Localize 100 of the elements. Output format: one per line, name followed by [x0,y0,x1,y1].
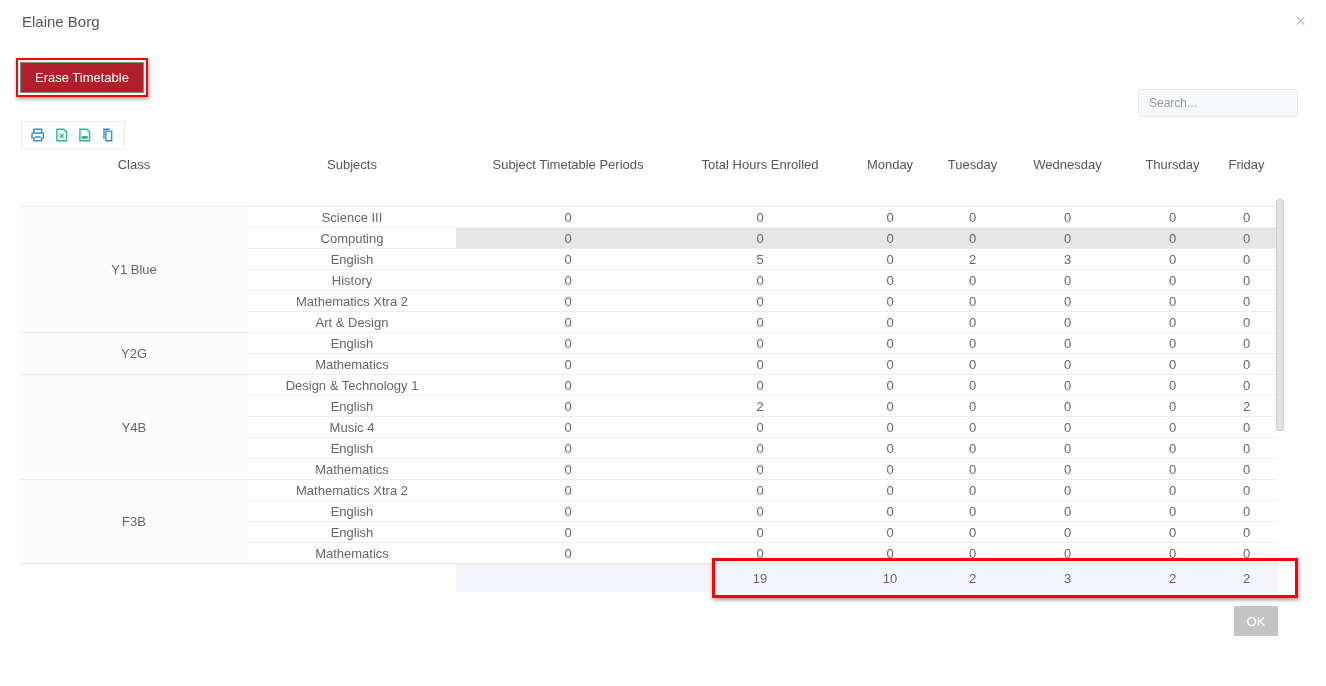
erase-timetable-button[interactable]: Erase Timetable [20,62,144,93]
table-cell: 0 [680,332,840,354]
column-header: Friday [1228,157,1265,172]
table-cell: 0 [840,227,940,249]
table-cell: 0 [1130,227,1215,249]
table-cell: 0 [680,311,840,333]
table-cell: 0 [456,353,680,375]
table-cell: 0 [456,374,680,396]
table-cell: 0 [1130,374,1215,396]
table-cell: Computing [248,227,456,249]
table-cell: 0 [1005,269,1130,291]
table-cell: 0 [680,353,840,375]
table-cell: 0 [680,290,840,312]
close-button[interactable]: × [1295,10,1306,32]
table-cell: Y4B [20,374,248,480]
table-cell: 0 [940,353,1005,375]
table-cell: 0 [1215,437,1278,459]
table-cell: 0 [1130,248,1215,270]
table-cell: 0 [940,437,1005,459]
table-cell: 0 [1005,227,1130,249]
table-cell: 0 [840,416,940,438]
table-cell: Mathematics [248,353,456,375]
table-cell: 0 [456,416,680,438]
table-cell: 0 [1215,227,1278,249]
column-header: Thursday [1145,157,1200,172]
table-cell: 0 [840,353,940,375]
column-header: Tuesday [947,157,998,172]
table-cell: 0 [1130,395,1215,417]
table-cell: 0 [680,479,840,501]
table-cell: 0 [840,269,940,291]
table-cell: 0 [1005,395,1130,417]
table-cell: 0 [940,332,1005,354]
table-cell: 0 [1005,290,1130,312]
column-header: Subjects [327,157,377,172]
table-cell: 0 [840,479,940,501]
total-cell: 2 [1215,563,1278,592]
total-cell: 2 [940,563,1005,592]
table-cell: Y1 Blue [20,206,248,333]
table-cell: 0 [456,227,680,249]
table-cell: 0 [1005,521,1130,543]
table-cell: 0 [456,458,680,480]
table-cell: 0 [940,311,1005,333]
table-cell: Science III [248,206,456,228]
table-cell: History [248,269,456,291]
table-cell: 0 [1005,311,1130,333]
table-cell: F3B [20,479,248,564]
table-cell: English [248,248,456,270]
copy-icon[interactable] [101,128,115,142]
table-cell: Design & Technology 1 [248,374,456,396]
table-cell: 0 [1130,269,1215,291]
table-cell: 0 [1130,479,1215,501]
table-cell: 0 [1130,458,1215,480]
csv-file-icon[interactable] [78,128,92,142]
total-cell: 10 [840,563,940,592]
table-cell: 0 [1130,290,1215,312]
table-cell: 0 [1130,353,1215,375]
search-field[interactable]: Search... [1138,89,1298,117]
column-header: Total Hours Enrolled [701,157,819,172]
spreadsheet-file-icon[interactable] [54,128,68,142]
print-icon[interactable] [31,128,45,142]
table-cell: 0 [456,269,680,291]
table-cell: 0 [1215,458,1278,480]
scrollbar-thumb[interactable] [1276,199,1284,431]
table-cell: 0 [1215,500,1278,522]
table-cell: 0 [680,374,840,396]
table-cell: 3 [1005,248,1130,270]
ok-button[interactable]: OK [1234,606,1278,636]
table-cell: 0 [1005,353,1130,375]
table-cell: 0 [940,227,1005,249]
table-cell: 0 [1130,437,1215,459]
table-cell: 0 [840,458,940,480]
table-cell: 0 [456,311,680,333]
table-cell: 0 [940,521,1005,543]
total-cell: 2 [1130,563,1215,592]
table-cell: 0 [940,500,1005,522]
table-cell: 0 [456,500,680,522]
table-cell: 0 [940,395,1005,417]
table-cell: 0 [1005,479,1130,501]
table-cell: 0 [456,521,680,543]
table-cell: 0 [1130,416,1215,438]
table-cell: 0 [680,269,840,291]
table-cell: 0 [680,458,840,480]
table-cell: 0 [1215,521,1278,543]
column-header: Subject Timetable Periods [492,157,644,172]
table-cell: English [248,500,456,522]
table-cell: 0 [680,227,840,249]
table-cell: 0 [1005,437,1130,459]
table-cell: 0 [840,290,940,312]
table-cell: 0 [940,479,1005,501]
table-cell: 0 [456,395,680,417]
table-cell: Mathematics [248,458,456,480]
column-header: Class [117,157,151,172]
dialog-title: Elaine Borg [22,12,100,30]
table-cell: English [248,395,456,417]
table-cell: 0 [456,248,680,270]
table-cell: 0 [940,269,1005,291]
table-cell: English [248,521,456,543]
total-cell: 3 [1005,563,1130,592]
table-cell: 0 [840,395,940,417]
table-cell: 0 [456,437,680,459]
